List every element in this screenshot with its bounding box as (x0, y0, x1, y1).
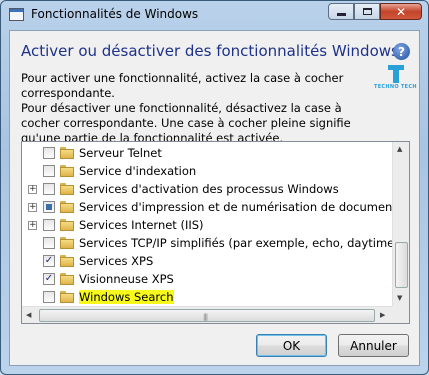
vertical-scrollbar[interactable]: ▲ ▼ (392, 142, 409, 307)
feature-row[interactable]: Serveur Telnet (22, 144, 393, 162)
feature-checkbox[interactable] (43, 291, 55, 303)
folder-icon (60, 255, 74, 267)
page-title: Activer ou désactiver des fonctionnalité… (21, 42, 399, 60)
feature-label: Services Internet (IIS) (79, 218, 204, 232)
folder-icon (60, 147, 74, 159)
minimize-button[interactable] (328, 3, 354, 20)
description-text: Pour activer une fonctionnalité, activez… (21, 71, 381, 146)
features-list: Serveur Telnet Service d'indexation + Servi… (22, 142, 393, 307)
feature-row[interactable]: + Services Internet (IIS) (22, 216, 393, 234)
features-tree[interactable]: Serveur Telnet Service d'indexation + Servi… (21, 141, 410, 324)
feature-row[interactable]: ✓ Visionneuse XPS (22, 270, 393, 288)
feature-label: Services XPS (79, 254, 154, 268)
feature-checkbox[interactable] (43, 219, 55, 231)
help-icon[interactable]: ? (393, 43, 410, 60)
expand-icon[interactable]: + (28, 221, 37, 230)
dialog-content: Activer ou désactiver des fonctionnalité… (9, 30, 420, 366)
description-line: Pour désactiver une fonctionnalité, désa… (21, 101, 351, 145)
window-title: Fonctionnalités de Windows (31, 7, 199, 21)
feature-row[interactable]: Service d'indexation (22, 162, 393, 180)
expand-icon[interactable]: + (28, 185, 37, 194)
folder-icon (60, 273, 74, 285)
scroll-right-icon[interactable]: ▶ (380, 311, 385, 319)
dialog-window: Fonctionnalités de Windows ✕ Activer ou … (0, 0, 429, 375)
feature-label: Services TCP/IP simplifiés (par exemple,… (79, 236, 393, 250)
vertical-scroll-thumb[interactable] (395, 242, 408, 288)
feature-row[interactable]: + Services d'impression et de numérisatio… (22, 198, 393, 216)
feature-checkbox[interactable]: ✓ (43, 255, 55, 267)
help-icon-glyph: ? (398, 44, 405, 59)
maximize-button[interactable] (354, 3, 380, 20)
window-app-icon (9, 8, 24, 21)
feature-checkbox[interactable] (43, 165, 55, 177)
scrollbar-corner (392, 306, 409, 323)
maximize-icon (362, 8, 372, 15)
feature-label: Serveur Telnet (79, 146, 162, 160)
cancel-button[interactable]: Annuler (338, 334, 409, 357)
scroll-left-icon[interactable]: ◀ (26, 311, 31, 319)
close-button[interactable]: ✕ (380, 3, 422, 20)
scroll-grip-icon: ||| (203, 313, 208, 321)
feature-row[interactable]: Services TCP/IP simplifiés (par exemple,… (22, 234, 393, 252)
feature-checkbox[interactable]: ✓ (43, 273, 55, 285)
feature-label: Service d'indexation (79, 164, 197, 178)
folder-icon (60, 219, 74, 231)
feature-label: Services d'impression et de numérisation… (79, 200, 393, 214)
title-bar[interactable]: Fonctionnalités de Windows ✕ (1, 1, 428, 29)
folder-icon (60, 201, 74, 213)
description-line: Pour activer une fonctionnalité, activez… (21, 71, 344, 100)
horizontal-scroll-thumb[interactable]: ||| (39, 309, 375, 322)
expand-icon[interactable]: + (28, 203, 37, 212)
feature-checkbox[interactable] (43, 201, 55, 213)
caption-buttons: ✕ (328, 3, 422, 21)
folder-icon (60, 291, 74, 303)
horizontal-scrollbar[interactable]: ◀ ||| ▶ (22, 306, 393, 323)
minimize-icon (336, 13, 346, 16)
ok-button[interactable]: OK (256, 334, 327, 357)
feature-checkbox[interactable] (43, 237, 55, 249)
folder-icon (60, 237, 74, 249)
feature-checkbox[interactable] (43, 183, 55, 195)
feature-label: Visionneuse XPS (79, 272, 174, 286)
feature-row[interactable]: Windows Search (22, 288, 393, 306)
feature-row[interactable]: + Services d'activation des processus Win… (22, 180, 393, 198)
feature-label: Windows Search (79, 290, 174, 304)
scroll-up-icon[interactable]: ▲ (397, 145, 402, 153)
scroll-down-icon[interactable]: ▼ (397, 294, 402, 302)
folder-icon (60, 165, 74, 177)
feature-label: Services d'activation des processus Wind… (79, 182, 339, 196)
close-icon: ✕ (395, 4, 407, 19)
feature-checkbox[interactable] (43, 147, 55, 159)
feature-row[interactable]: ✓ Services XPS (22, 252, 393, 270)
folder-icon (60, 183, 74, 195)
watermark-t-icon (388, 65, 404, 83)
